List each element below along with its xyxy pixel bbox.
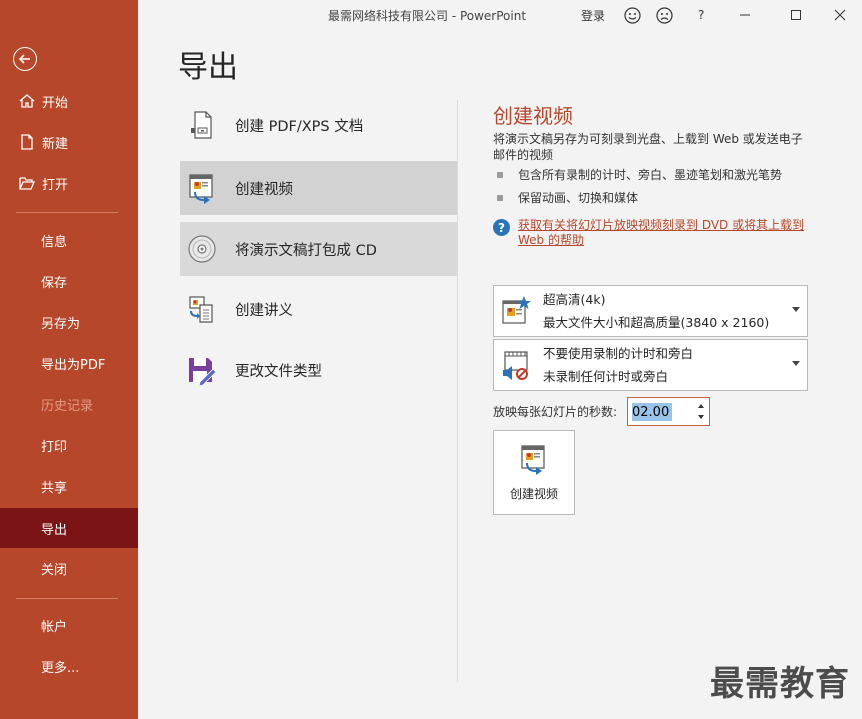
seconds-per-slide-input[interactable]	[632, 403, 690, 421]
backstage-sidebar: 开始 新建 打开 信息 保存 另存为 导出为PDF 历史记录 打印 共享 导出 …	[0, 0, 138, 719]
create-video-button[interactable]: 创建视频	[493, 430, 575, 515]
help-link[interactable]: 获取有关将幻灯片放映视频刻录到 DVD 或将其上载到 Web 的帮助	[518, 218, 818, 248]
sidebar-item-label: 开始	[42, 95, 69, 111]
handout-icon	[186, 293, 218, 325]
video-icon	[186, 172, 218, 204]
maximize-icon[interactable]	[789, 6, 803, 24]
video-quality-dropdown[interactable]: 超高清(4k) 最大文件大小和超高质量(3840 x 2160)	[493, 285, 808, 337]
create-video-button-label: 创建视频	[509, 487, 558, 501]
sidebar-divider	[16, 212, 118, 213]
feature-bullet: 包含所有录制的计时、旁白、墨迹笔划和激光笔势	[497, 166, 782, 183]
sidebar-item-info[interactable]: 信息	[0, 220, 138, 260]
sidebar-item-print[interactable]: 打印	[0, 425, 138, 465]
watermark: 最需教育	[710, 664, 850, 704]
sidebar-item-home[interactable]: 开始	[0, 81, 138, 121]
sidebar-item-label: 另存为	[41, 316, 81, 332]
question-mark-icon: ?	[493, 219, 510, 236]
dropdown-primary-text: 不要使用录制的计时和旁白	[543, 346, 694, 361]
sidebar-item-history: 历史记录	[0, 384, 138, 424]
minimize-icon[interactable]	[738, 6, 752, 24]
sidebar-item-label: 共享	[41, 480, 68, 496]
sign-in-link[interactable]: 登录	[581, 6, 605, 24]
sidebar-item-label: 导出	[41, 522, 68, 538]
sidebar-item-label: 打开	[42, 177, 69, 193]
bullet-square-icon	[497, 194, 503, 201]
video-panel-description: 将演示文稿另存为可刻录到光盘、上载到 Web 或发送电子邮件的视频	[493, 132, 803, 162]
home-icon	[18, 92, 36, 110]
sidebar-divider	[16, 598, 118, 599]
export-option-label: 创建 PDF/XPS 文档	[235, 118, 364, 135]
export-option-handout[interactable]: 创建讲义	[180, 282, 457, 336]
help-section: ? 获取有关将幻灯片放映视频刻录到 DVD 或将其上载到 Web 的帮助	[493, 218, 818, 248]
cd-icon	[186, 233, 218, 265]
chevron-down-icon	[792, 307, 800, 312]
close-icon[interactable]	[833, 6, 847, 24]
bullet-square-icon	[497, 171, 503, 178]
sidebar-item-label: 信息	[41, 234, 68, 250]
export-option-video[interactable]: 创建视频	[180, 161, 457, 215]
sidebar-item-account[interactable]: 帐户	[0, 605, 138, 645]
bullet-text: 包含所有录制的计时、旁白、墨迹笔划和激光笔势	[518, 168, 783, 182]
sidebar-item-save-as[interactable]: 另存为	[0, 302, 138, 342]
new-document-icon	[18, 133, 36, 151]
smile-feedback-icon[interactable]	[623, 6, 641, 24]
sidebar-item-label: 历史记录	[41, 398, 94, 414]
chevron-down-icon	[792, 361, 800, 366]
sidebar-item-label: 更多...	[41, 660, 80, 676]
export-option-label: 将演示文稿打包成 CD	[235, 242, 377, 259]
sidebar-item-export-pdf[interactable]: 导出为PDF	[0, 343, 138, 383]
save-as-icon	[186, 354, 218, 387]
sidebar-item-label: 导出为PDF	[41, 357, 106, 373]
window-title: 最需网络科技有限公司 - PowerPoint	[328, 9, 527, 23]
video-panel-title: 创建视频	[493, 104, 573, 128]
back-arrow-icon[interactable]	[13, 47, 37, 71]
help-button[interactable]: ?	[698, 6, 704, 24]
dropdown-secondary-text: 最大文件大小和超高质量(3840 x 2160)	[543, 315, 770, 330]
export-option-label: 更改文件类型	[235, 363, 322, 380]
frown-feedback-icon[interactable]	[655, 6, 673, 24]
timing-narration-dropdown[interactable]: 不要使用录制的计时和旁白 未录制任何计时或旁白	[493, 339, 808, 391]
sidebar-item-label: 保存	[41, 275, 68, 291]
open-folder-icon	[18, 174, 36, 192]
sidebar-item-label: 帐户	[41, 619, 68, 635]
increment-arrow-icon[interactable]	[698, 404, 704, 408]
page-title: 导出	[178, 50, 238, 85]
pdf-document-icon	[186, 109, 218, 141]
seconds-per-slide-label: 放映每张幻灯片的秒数:	[493, 405, 618, 419]
dropdown-secondary-text: 未录制任何计时或旁白	[543, 369, 669, 384]
no-narration-icon	[500, 349, 532, 381]
seconds-per-slide-stepper[interactable]	[627, 397, 710, 426]
video-icon	[518, 443, 550, 475]
sidebar-item-export[interactable]: 导出	[0, 508, 138, 548]
export-option-change-file-type[interactable]: 更改文件类型	[180, 343, 457, 397]
dropdown-primary-text: 超高清(4k)	[543, 292, 606, 307]
feature-bullet: 保留动画、切换和媒体	[497, 189, 638, 206]
sidebar-item-label: 关闭	[41, 562, 68, 578]
bullet-text: 保留动画、切换和媒体	[518, 191, 639, 205]
sidebar-item-save[interactable]: 保存	[0, 261, 138, 301]
title-bar: 最需网络科技有限公司 - PowerPoint 登录 ?	[138, 0, 862, 30]
export-option-package-cd[interactable]: 将演示文稿打包成 CD	[180, 222, 457, 276]
quality-star-icon	[500, 295, 532, 327]
sidebar-item-label: 新建	[42, 136, 69, 152]
sidebar-item-more[interactable]: 更多...	[0, 646, 138, 686]
sidebar-item-label: 打印	[41, 439, 68, 455]
sidebar-item-open[interactable]: 打开	[0, 163, 138, 203]
sidebar-item-close[interactable]: 关闭	[0, 548, 138, 588]
export-option-label: 创建讲义	[235, 302, 293, 319]
export-option-label: 创建视频	[235, 181, 293, 198]
sidebar-item-share[interactable]: 共享	[0, 466, 138, 506]
panel-divider	[457, 100, 458, 682]
export-option-pdf[interactable]: 创建 PDF/XPS 文档	[180, 98, 457, 152]
decrement-arrow-icon[interactable]	[698, 415, 704, 419]
sidebar-item-new[interactable]: 新建	[0, 122, 138, 162]
